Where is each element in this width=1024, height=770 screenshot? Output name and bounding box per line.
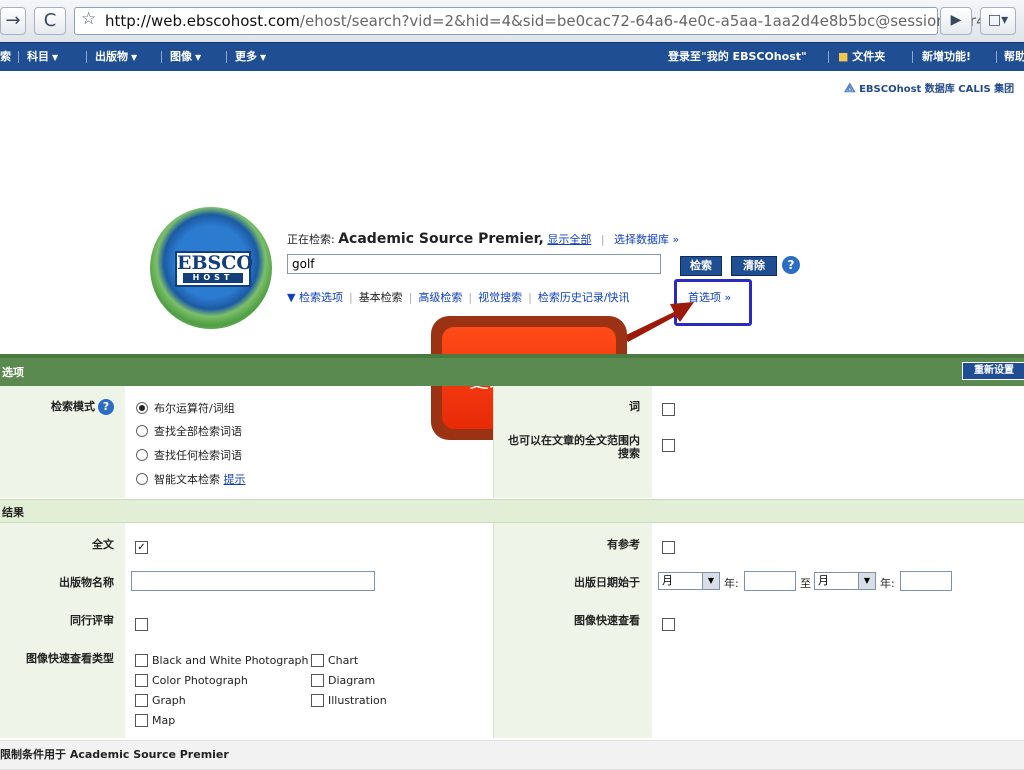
pubdate-label: 出版日期始于 xyxy=(574,576,640,589)
searching-label: 正在检索: Academic Source Premier, 显示全部 | 选择… xyxy=(287,231,680,247)
toolbar-divider xyxy=(828,51,829,63)
visual-search-link[interactable]: 视觉搜索 xyxy=(478,291,522,304)
limits-header: 结果 xyxy=(0,499,1024,523)
mode-any-terms[interactable]: 查找任何检索词语 xyxy=(136,447,242,463)
type-bw-photo[interactable]: Black and White Photograph xyxy=(135,653,309,668)
image-quick-view-checkbox[interactable] xyxy=(662,615,679,634)
image-quick-view-label: 图像快速查看 xyxy=(574,614,640,627)
mode-all-terms[interactable]: 查找全部检索词语 xyxy=(136,423,242,439)
fulltext-label: 全文 xyxy=(92,538,114,551)
references-checkbox[interactable] xyxy=(662,538,679,557)
toolbar-item-signin[interactable]: 登录至"我的 EBSCOhost" xyxy=(668,43,807,71)
address-bar[interactable]: ☆ http://web.ebscohost.com/ehost/search?… xyxy=(74,7,986,35)
toolbar-divider xyxy=(18,51,19,63)
publication-input[interactable] xyxy=(131,571,375,591)
related-words-checkbox[interactable] xyxy=(662,400,679,419)
go-icon[interactable]: ▶ xyxy=(940,7,972,35)
page-menu-icon[interactable]: □▾ xyxy=(980,7,1016,35)
pubdate-month-to-select[interactable]: 月 ▼ xyxy=(814,572,876,590)
ebsco-mini-icon: ⟁ xyxy=(844,81,856,96)
hint-link[interactable]: 提示 xyxy=(224,473,246,486)
browser-toolbar: → C ☆ http://web.ebscohost.com/ehost/sea… xyxy=(0,0,1024,43)
show-all-link[interactable]: 显示全部 xyxy=(547,233,591,246)
ebsco-top-toolbar: 索 科目 ▼ 出版物 ▼ 图像 ▼ 更多 ▼ 登录至"我的 EBSCOhost" ■ 文… xyxy=(0,42,1024,71)
toolbar-divider xyxy=(912,51,913,63)
toolbar-item-search[interactable]: 索 xyxy=(0,43,11,71)
type-color-photo[interactable]: Color Photograph xyxy=(135,673,248,688)
limits-label-column xyxy=(0,523,125,738)
advanced-search-link[interactable]: 高级检索 xyxy=(418,291,462,304)
search-links: ▼ 检索选项 | 基本检索 | 高级检索 | 视觉搜索 | 检索历史记录/快讯 xyxy=(287,291,630,304)
pubdate-year-to-input[interactable] xyxy=(900,571,952,591)
type-chart[interactable]: Chart xyxy=(311,653,358,668)
image-types-label: 图像快速查看类型 xyxy=(26,652,114,665)
search-mode-label: 检索模式? xyxy=(0,398,114,415)
basic-search-link[interactable]: 基本检索 xyxy=(359,291,403,304)
mode-boolean[interactable]: 布尔运算符/词组 xyxy=(136,400,235,416)
choose-database-link[interactable]: 选择数据库 » xyxy=(614,233,679,246)
toolbar-item-help[interactable]: 帮助 xyxy=(1004,43,1024,71)
search-options-link[interactable]: ▼ 检索选项 xyxy=(287,291,343,304)
fulltext-search-checkbox[interactable] xyxy=(662,436,679,455)
toolbar-item-images[interactable]: 图像 ▼ xyxy=(170,43,201,72)
toolbar-divider xyxy=(161,51,162,63)
toolbar-divider xyxy=(226,51,227,63)
clear-button[interactable]: 清除 xyxy=(731,256,777,276)
help-icon[interactable]: ? xyxy=(98,399,114,415)
database-name: Academic Source Premier, xyxy=(338,231,544,247)
folder-icon: ■ xyxy=(838,50,849,63)
options-title: 选项 xyxy=(2,366,24,379)
logo-badge: EBSCO HOST xyxy=(175,251,253,287)
toolbar-item-publications[interactable]: 出版物 ▼ xyxy=(95,43,137,72)
refresh-icon[interactable]: C xyxy=(34,7,66,35)
bookmark-star-icon[interactable]: ☆ xyxy=(81,9,96,29)
search-input[interactable] xyxy=(287,254,661,274)
year-label: 年: xyxy=(724,577,739,590)
logo-text-ebsco: EBSCO xyxy=(177,252,253,274)
to-label: 至 xyxy=(800,577,811,590)
mode-smart-text[interactable]: 智能文本检索 提示 xyxy=(136,471,246,487)
fulltext-checkbox[interactable]: ✓ xyxy=(135,538,152,557)
limit-db-title: 限制条件用于 Academic Source Premier xyxy=(0,748,229,761)
type-graph[interactable]: Graph xyxy=(135,693,186,708)
peer-review-label: 同行评审 xyxy=(70,614,114,627)
help-icon[interactable]: ? xyxy=(782,256,800,274)
limits-right-label-column xyxy=(494,523,652,738)
search-button[interactable]: 检索 xyxy=(680,256,722,276)
reset-button[interactable]: 重新设置 xyxy=(962,362,1024,380)
fulltext-search-label: 也可以在文章的全文范围内搜索 xyxy=(508,434,640,460)
logo-text-host: HOST xyxy=(183,273,243,283)
publication-label: 出版物名称 xyxy=(59,576,114,589)
calis-logo: ⟁ EBSCOhost 数据库 CALIS 集团 xyxy=(844,81,1015,96)
limits-title: 结果 xyxy=(2,506,24,519)
toolbar-item-subjects[interactable]: 科目 ▼ xyxy=(27,43,58,72)
toolbar-item-folder[interactable]: ■ 文件夹 xyxy=(838,43,885,71)
type-diagram[interactable]: Diagram xyxy=(311,673,375,688)
year-label: 年: xyxy=(880,577,895,590)
peer-review-checkbox[interactable] xyxy=(135,615,152,634)
pubdate-month-from-select[interactable]: 月 ▼ xyxy=(658,572,720,590)
url-text: http://web.ebscohost.com/ehost/search?vi… xyxy=(105,12,986,30)
type-illustration[interactable]: Illustration xyxy=(311,693,387,708)
toolbar-divider xyxy=(996,51,997,63)
toolbar-item-more[interactable]: 更多 ▼ xyxy=(235,43,266,72)
ebsco-host-logo[interactable]: EBSCO HOST xyxy=(150,207,272,329)
back-arrow-icon[interactable]: → xyxy=(0,7,26,35)
pubdate-year-from-input[interactable] xyxy=(744,571,796,591)
toolbar-divider xyxy=(86,51,87,63)
toolbar-item-new-features[interactable]: 新增功能! xyxy=(922,43,971,71)
related-words-label: 词 xyxy=(629,400,640,413)
options-header: 选项 xyxy=(0,358,1024,386)
limit-db-header: 限制条件用于 Academic Source Premier xyxy=(0,740,1024,770)
references-label: 有参考 xyxy=(607,538,640,551)
type-map[interactable]: Map xyxy=(135,713,175,728)
